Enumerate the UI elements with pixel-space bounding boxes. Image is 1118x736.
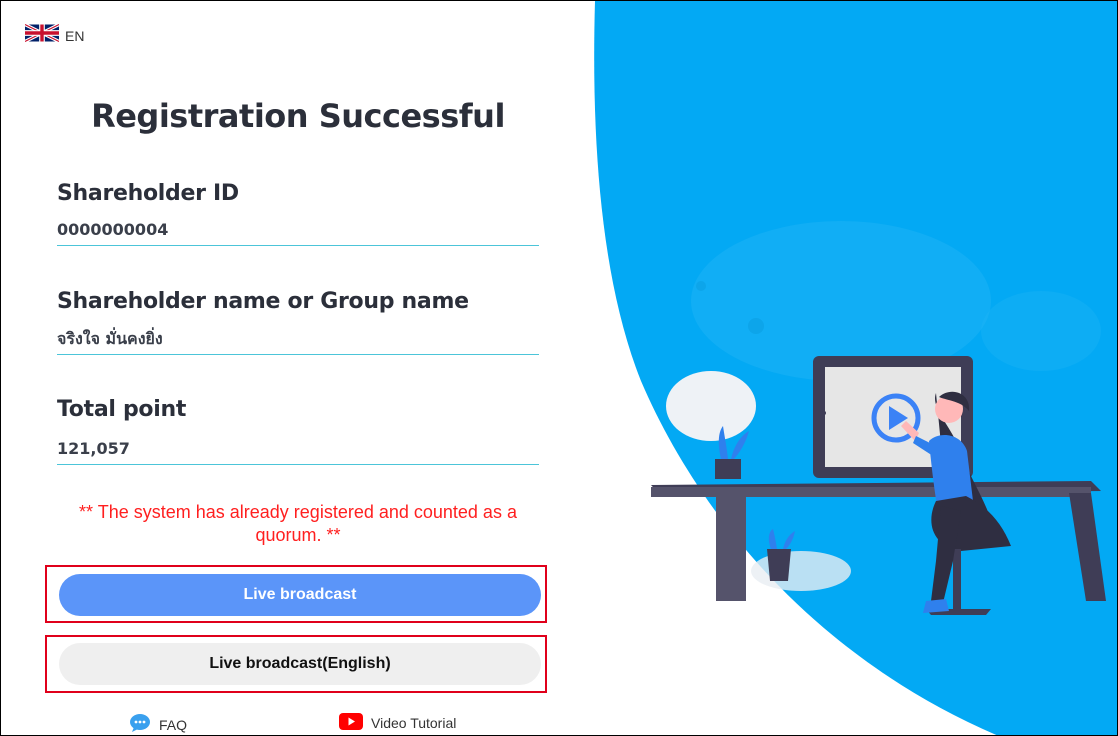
quorum-notice: ** The system has already registered and…	[79, 502, 517, 545]
shareholder-id-value: 0000000004	[57, 219, 539, 246]
chat-bubble-icon	[129, 713, 151, 735]
shareholder-name-value: จริงใจ มั่นคงยิ่ง	[57, 328, 539, 355]
shareholder-id-label: Shareholder ID	[57, 181, 239, 206]
language-label: EN	[65, 27, 85, 44]
live-broadcast-button[interactable]: Live broadcast	[59, 574, 541, 616]
live-broadcast-english-highlight: Live broadcast(English)	[45, 635, 547, 693]
live-broadcast-highlight: Live broadcast	[45, 565, 547, 623]
language-switch[interactable]: EN	[24, 22, 85, 48]
video-tutorial-label: Video Tutorial	[371, 715, 457, 731]
footer: FAQ Video Tutorial	[1, 713, 601, 735]
total-point-value: 121,057	[57, 438, 539, 465]
page-frame: EN Registration Successful Shareholder I…	[0, 0, 1118, 736]
faq-label: FAQ	[159, 716, 188, 733]
faq-link[interactable]: FAQ	[129, 713, 188, 735]
youtube-icon	[339, 713, 363, 733]
video-tutorial-link[interactable]: Video Tutorial	[339, 713, 456, 733]
total-point-label: Total point	[57, 397, 187, 422]
page-title: Registration Successful	[91, 97, 505, 135]
live-broadcast-english-button[interactable]: Live broadcast(English)	[59, 643, 541, 685]
shareholder-name-label: Shareholder name or Group name	[57, 289, 469, 314]
uk-flag-icon	[24, 22, 60, 48]
